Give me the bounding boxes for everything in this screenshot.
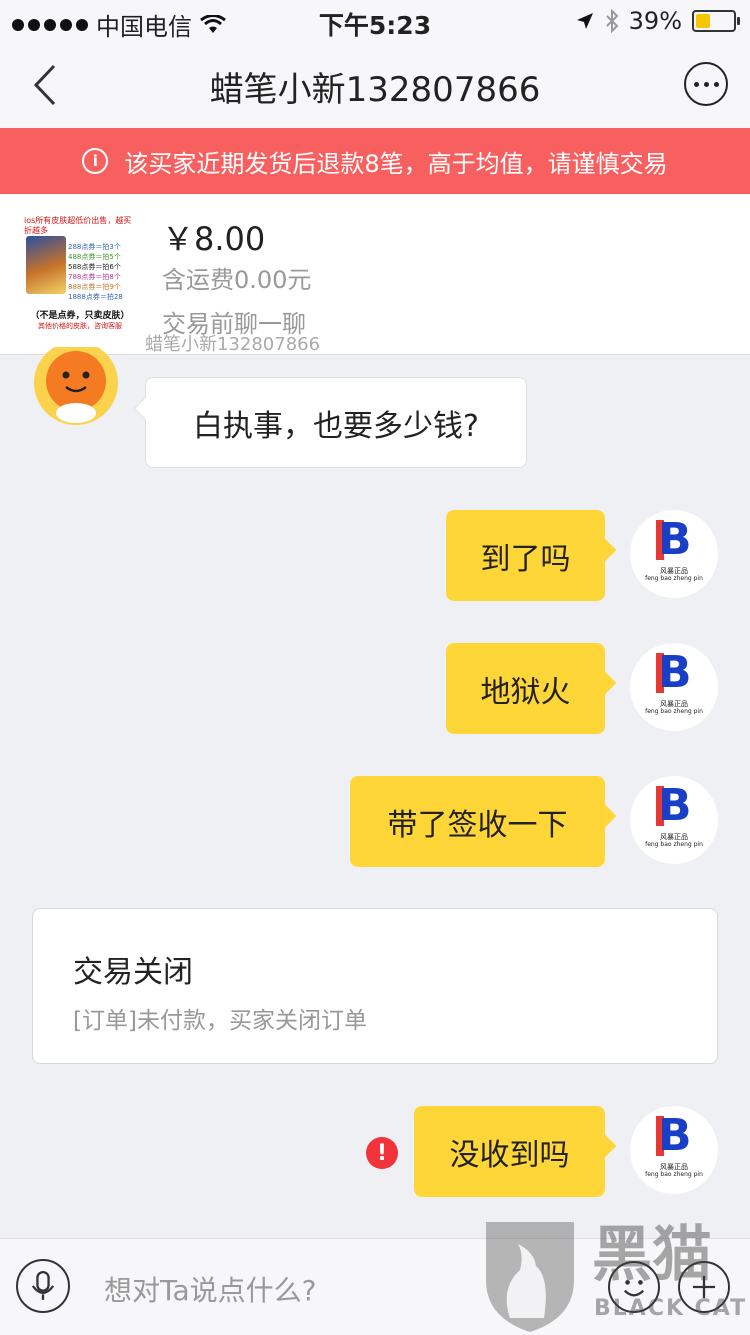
my-avatar[interactable]: B 风暴正品 feng bao zheng pin (630, 776, 718, 864)
message-input[interactable]: 想对Ta说点什么? (104, 1269, 317, 1309)
thumb-footer: （不是点券，只卖皮肤） (30, 311, 130, 321)
message-bubble-incoming[interactable]: 白执事，也要多少钱? (145, 377, 527, 468)
my-avatar[interactable]: B 风暴正品 feng bao zheng pin (630, 510, 718, 598)
cat-shield-logo (486, 1222, 574, 1332)
location-arrow-icon (576, 13, 593, 29)
message-bubble-outgoing[interactable]: 带了签收一下 (350, 776, 605, 867)
order-status-card[interactable]: 交易关闭 [订单]未付款，买家关闭订单 (32, 908, 718, 1064)
status-bar: 中国电信 下午5:23 39% (0, 0, 750, 42)
page-title: 蜡笔小新132807866 (209, 70, 541, 110)
blackcat-watermark: 黑猫 BLACK CAT (480, 1218, 748, 1334)
message-bubble-outgoing[interactable]: 没收到吗 (414, 1106, 605, 1197)
order-status-subtitle: [订单]未付款，买家关闭订单 (73, 1008, 367, 1034)
brand-logo-letter: B (658, 647, 692, 698)
message-text: 带了签收一下 (387, 807, 568, 843)
watermark-en: BLACK CAT (594, 1296, 748, 1321)
warning-text: 该买家近期发货后退款8笔，高于均值，请谨慎交易 (124, 149, 668, 178)
send-failed-icon[interactable]: ! (366, 1137, 398, 1169)
message-bubble-outgoing[interactable]: 地狱火 (446, 643, 605, 734)
thumb-note: 其他价格的皮肤，咨询客服 (38, 322, 122, 330)
thumb-headline: ios所有皮肤超低价出售，越买折越多 (24, 216, 132, 235)
game-art (26, 236, 66, 294)
battery-icon (692, 10, 740, 32)
brand-logo-letter: B (658, 514, 692, 565)
brand-caption-pinyin: feng bao zheng pin (645, 575, 703, 582)
brand-caption-pinyin: feng bao zheng pin (645, 841, 703, 848)
my-avatar[interactable]: B 风暴正品 feng bao zheng pin (630, 643, 718, 731)
product-thumbnail[interactable]: ios所有皮肤超低价出售，越买折越多 288点券＝拍3个 488点券＝拍5个 5… (20, 214, 138, 332)
battery-percent: 39% (628, 7, 682, 35)
nav-bar: 蜡笔小新132807866 (0, 42, 750, 128)
message-text: 白执事，也要多少钱? (193, 408, 479, 444)
brand-caption-pinyin: feng bao zheng pin (645, 1171, 703, 1178)
my-avatar[interactable]: B 风暴正品 feng bao zheng pin (630, 1106, 718, 1194)
message-text: 没收到吗 (449, 1137, 570, 1173)
partner-name: 蜡笔小新132807866 (145, 334, 321, 354)
message-text: 地狱火 (480, 674, 571, 710)
shipping-text: 含运费0.00元 (162, 266, 312, 294)
message-text: 到了吗 (480, 541, 571, 577)
voice-input-button[interactable] (16, 1259, 70, 1313)
risk-warning-banner: i 该买家近期发货后退款8笔，高于均值，请谨慎交易 (0, 128, 750, 194)
product-price: ￥8.00 (162, 220, 266, 258)
info-icon: i (82, 148, 109, 174)
brand-caption-pinyin: feng bao zheng pin (645, 708, 703, 715)
thumb-price-list: 288点券＝拍3个 488点券＝拍5个 588点券＝拍6个 788点券＝拍8个 … (68, 243, 123, 301)
order-status-title: 交易关闭 (73, 955, 193, 990)
message-bubble-outgoing[interactable]: 到了吗 (446, 510, 605, 601)
brand-logo-letter: B (658, 1110, 692, 1161)
partner-avatar[interactable] (32, 347, 120, 425)
bluetooth-icon (605, 9, 619, 33)
more-options-button[interactable] (684, 62, 728, 106)
watermark-cn: 黑猫 (592, 1220, 712, 1290)
brand-logo-letter: B (658, 780, 692, 831)
